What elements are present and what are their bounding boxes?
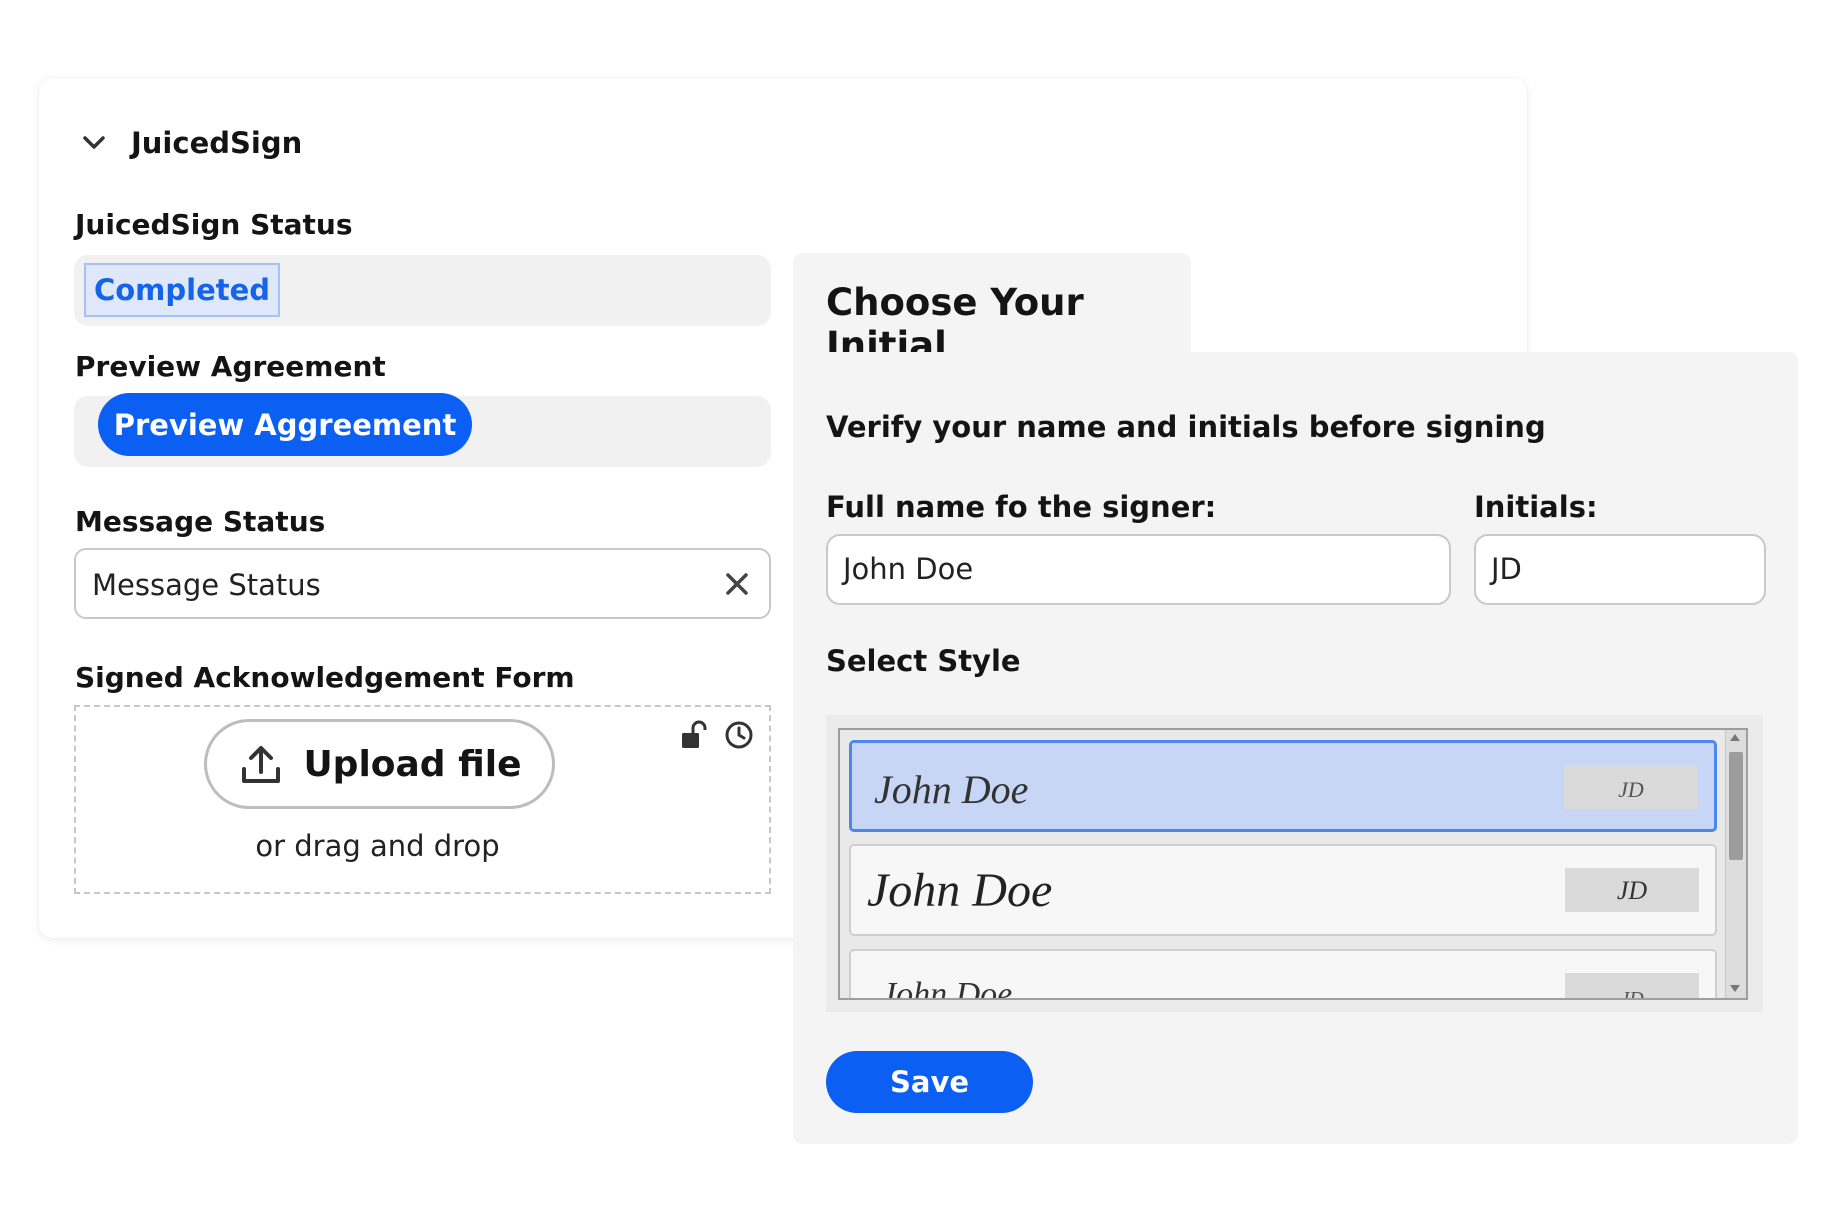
clock-icon[interactable] [723, 719, 755, 751]
scroll-up-icon[interactable] [1730, 734, 1740, 741]
juicedsign-section-header[interactable]: JuicedSign [79, 126, 302, 160]
select-style-label: Select Style [826, 644, 1021, 678]
svg-text:JD: JD [1618, 777, 1644, 802]
status-badge: Completed [84, 263, 280, 317]
svg-text:JD: JD [1617, 876, 1648, 905]
svg-text:John Doe: John Doe [867, 864, 1052, 917]
initials-preview-1: JD [1564, 765, 1698, 809]
section-title: JuicedSign [131, 126, 303, 160]
dialog-instructions: Verify your name and initials before sig… [826, 410, 1546, 444]
message-status-label: Message Status [75, 505, 326, 538]
signature-preview-3: John Doe [881, 976, 1012, 1000]
choose-initial-dialog: Verify your name and initials before sig… [793, 352, 1798, 1144]
upload-file-button[interactable]: Upload file [204, 719, 555, 809]
preview-field: Preview Aggreement [74, 393, 771, 467]
drag-drop-hint: or drag and drop [255, 829, 500, 863]
style-option-3[interactable]: John Doe JD [849, 949, 1717, 1000]
scrollbar-thumb[interactable] [1729, 752, 1743, 860]
message-status-placeholder: Message Status [92, 568, 321, 602]
initials-preview-2: JD [1565, 868, 1699, 912]
svg-text:John Doe: John Doe [874, 767, 1028, 812]
unlock-icon[interactable] [679, 719, 709, 751]
scroll-down-icon[interactable] [1730, 985, 1740, 992]
signature-preview-2: John Doe [867, 864, 1052, 917]
chevron-down-icon[interactable] [79, 128, 109, 158]
fullname-label: Full name fo the signer: [826, 490, 1217, 524]
close-icon[interactable] [721, 568, 753, 600]
status-label: JuicedSign Status [75, 208, 353, 241]
style-list[interactable]: John Doe JD John Doe JD John Doe JD [838, 728, 1748, 1000]
ack-form-label: Signed Acknowledgement Form [75, 661, 575, 694]
svg-text:JD: JD [1620, 988, 1644, 1000]
svg-text:John Doe: John Doe [881, 976, 1012, 1000]
style-picker: John Doe JD John Doe JD John Doe JD [826, 715, 1763, 1012]
preview-label: Preview Agreement [75, 350, 386, 383]
save-button[interactable]: Save [826, 1051, 1033, 1113]
upload-icon [242, 746, 281, 783]
status-field: Completed [74, 255, 771, 326]
initials-preview-3: JD [1565, 973, 1699, 1000]
initials-input[interactable]: JD [1474, 534, 1766, 605]
style-option-1[interactable]: John Doe JD [849, 740, 1717, 832]
dialog-title-tab: Choose Your Initial [793, 253, 1191, 367]
message-status-select[interactable]: Message Status [74, 548, 771, 619]
style-option-2[interactable]: John Doe JD [849, 844, 1717, 936]
file-drop-zone[interactable]: Upload file or drag and drop [74, 705, 771, 894]
initials-label: Initials: [1474, 490, 1598, 524]
upload-file-label: Upload file [303, 743, 522, 785]
preview-agreement-button[interactable]: Preview Aggreement [98, 393, 472, 456]
fullname-input[interactable]: John Doe [826, 534, 1451, 605]
style-list-scrollbar[interactable] [1725, 730, 1746, 998]
signature-preview-1: John Doe [874, 767, 1028, 812]
